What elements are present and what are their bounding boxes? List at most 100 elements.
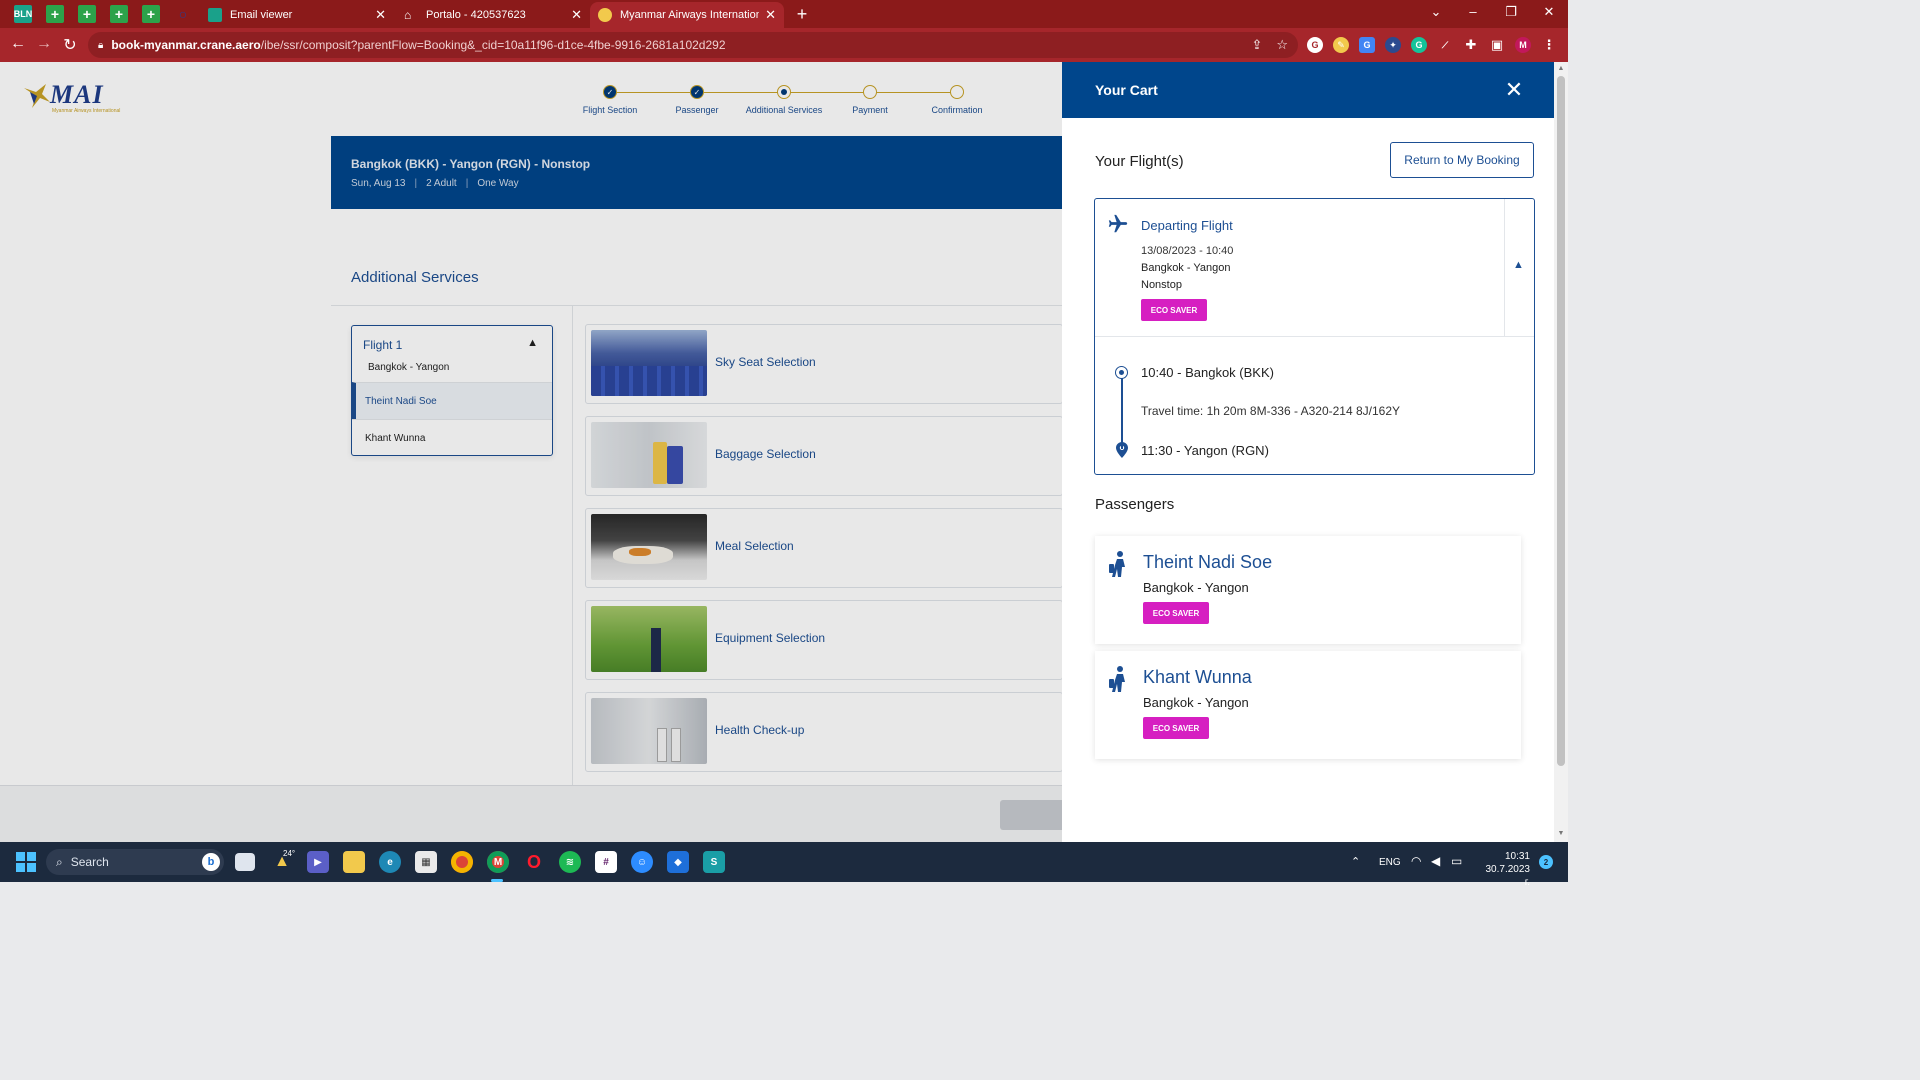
address-bar[interactable]: 🔒︎ book-myanmar.crane.aero /ibe/ssr/comp… — [88, 32, 1298, 58]
close-icon[interactable]: ✕ — [1504, 79, 1524, 101]
pinned-tab-6[interactable]: ○ — [174, 5, 192, 23]
taskbar-search[interactable]: ⌕ Search b — [46, 849, 224, 875]
flight-route: Bangkok - Yangon — [1141, 262, 1231, 274]
tab-email-viewer[interactable]: Email viewer ✕ — [200, 2, 394, 28]
wifi-icon[interactable]: ◠ — [1411, 854, 1421, 868]
tab-myanmar-airways[interactable]: Myanmar Airways International ✕ — [590, 2, 784, 28]
continue-button[interactable] — [1000, 800, 1062, 830]
step-label: Confirmation — [931, 105, 983, 115]
opera-icon[interactable]: O — [523, 851, 545, 873]
zoom-user-icon[interactable]: ☺ — [631, 851, 653, 873]
close-icon[interactable]: ✕ — [375, 7, 386, 23]
step-confirmation: Confirmation — [907, 84, 1007, 115]
maximize-button[interactable]: ❐ — [1501, 4, 1521, 20]
tab-label: Portalo - 420537623 — [426, 9, 526, 21]
side-panel-icon[interactable]: ▣ — [1489, 37, 1505, 53]
browser-menu-icon[interactable]: ⋮ — [1541, 37, 1557, 53]
extension-feather-icon[interactable]: ⟋ — [1437, 37, 1453, 53]
logo-bird-icon — [24, 84, 50, 108]
pinned-tab-3[interactable]: + — [78, 5, 96, 23]
windows-start-icon[interactable] — [16, 852, 36, 872]
tab-search-icon[interactable]: ⌄ — [1426, 4, 1446, 20]
minimize-button[interactable]: – — [1463, 4, 1483, 19]
profile-avatar[interactable]: M — [1515, 37, 1531, 53]
script-app-icon[interactable]: S — [703, 851, 725, 873]
flight-panel-title[interactable]: Flight 1 — [363, 338, 402, 352]
pinned-tab-2[interactable]: + — [46, 5, 64, 23]
step-label: Flight Section — [582, 105, 638, 115]
chrome-icon[interactable] — [451, 851, 473, 873]
notification-badge[interactable]: 2 — [1539, 855, 1553, 869]
teams-chat-icon[interactable]: ▶ — [307, 851, 329, 873]
new-tab-button[interactable]: + — [793, 4, 811, 25]
service-equipment[interactable]: Equipment Selection — [585, 600, 1063, 680]
edge-icon[interactable]: e — [379, 851, 401, 873]
return-to-my-booking-button[interactable]: Return to My Booking — [1390, 142, 1534, 178]
close-icon[interactable]: ✕ — [571, 7, 582, 23]
mai-logo[interactable]: MAI Myanmar Airways International — [22, 80, 126, 118]
extension-g-icon[interactable]: G — [1307, 37, 1323, 53]
page-scrollbar[interactable]: ▲ ▼ — [1554, 62, 1568, 842]
slack-icon[interactable]: # — [595, 851, 617, 873]
timeline-line — [1121, 377, 1123, 449]
windows-taskbar: ⌕ Search b ▲ 24° ▶ e ▦ M O ≋ # ☺ ◆ S ⌃ E… — [0, 842, 1568, 888]
chevron-up-icon[interactable]: ▲ — [527, 337, 538, 349]
extension-pencil-icon[interactable]: ✎ — [1333, 37, 1349, 53]
close-window-button[interactable]: ✕ — [1539, 4, 1559, 20]
scroll-down-icon[interactable]: ▼ — [1556, 830, 1566, 837]
url-host: book-myanmar.crane.aero — [111, 38, 261, 52]
step-additional-services: Additional Services — [734, 84, 834, 115]
share-icon[interactable]: ⇪ — [1251, 37, 1262, 53]
file-explorer-icon[interactable] — [343, 851, 365, 873]
extension-translate-icon[interactable]: G — [1359, 37, 1375, 53]
baggage-image — [591, 422, 707, 488]
service-label: Baggage Selection — [715, 447, 816, 461]
chrome-profile-icon[interactable]: M — [487, 851, 509, 873]
microsoft-store-icon[interactable]: ▦ — [415, 851, 437, 873]
route-meta: Sun, Aug 13 | 2 Adult | One Way — [351, 178, 519, 189]
tab-portalo[interactable]: ⌂ Portalo - 420537623 ✕ — [396, 2, 590, 28]
bookmark-star-icon[interactable]: ☆ — [1276, 37, 1288, 53]
extension-compass-icon[interactable]: ✦ — [1385, 37, 1401, 53]
shield-app-icon[interactable]: ◆ — [667, 851, 689, 873]
volume-icon[interactable]: ◀ — [1431, 854, 1440, 868]
back-icon[interactable]: ← — [8, 35, 28, 53]
clock-date: 30.7.2023 г. — [1485, 864, 1531, 888]
passenger-card: Theint Nadi Soe Bangkok - Yangon ECO SAV… — [1095, 536, 1521, 644]
step-payment: Payment — [820, 84, 920, 115]
spotify-icon[interactable]: ≋ — [559, 851, 581, 873]
task-view-icon[interactable] — [235, 853, 255, 871]
passenger-tab-khant-wunna[interactable]: Khant Wunna — [352, 419, 552, 456]
chevron-up-icon[interactable]: ⌃ — [1351, 855, 1360, 868]
fare-badge: ECO SAVER — [1143, 602, 1209, 624]
extensions-puzzle-icon[interactable]: ✚ — [1463, 37, 1479, 53]
bottom-action-bar — [0, 785, 1062, 842]
pinned-tab-4[interactable]: + — [110, 5, 128, 23]
language-indicator[interactable]: ENG — [1379, 857, 1401, 868]
pinned-tab-1[interactable]: BLN — [14, 5, 32, 23]
service-label: Sky Seat Selection — [715, 355, 816, 369]
service-sky-seat[interactable]: Sky Seat Selection — [585, 324, 1063, 404]
system-clock[interactable]: 10:31 30.7.2023 г. — [1478, 850, 1531, 889]
service-health-checkup[interactable]: Health Check-up — [585, 692, 1063, 772]
bing-icon[interactable]: b — [202, 853, 220, 871]
service-baggage[interactable]: Baggage Selection — [585, 416, 1063, 496]
chevron-up-icon[interactable]: ▲ — [1513, 259, 1524, 271]
service-label: Equipment Selection — [715, 631, 826, 645]
close-icon[interactable]: ✕ — [765, 7, 776, 23]
your-flights-heading: Your Flight(s) — [1095, 153, 1184, 170]
step-label: Additional Services — [745, 105, 823, 115]
service-meal[interactable]: Meal Selection — [585, 508, 1063, 588]
reload-icon[interactable]: ↻ — [60, 35, 80, 55]
scroll-up-icon[interactable]: ▲ — [1556, 65, 1566, 72]
battery-icon[interactable]: ▭ — [1451, 854, 1462, 868]
pinned-tab-5[interactable]: + — [142, 5, 160, 23]
forward-icon[interactable]: → — [34, 35, 54, 53]
passenger-tab-theint-nadi-soe[interactable]: Theint Nadi Soe — [352, 382, 552, 419]
route-title: Bangkok (BKK) - Yangon (RGN) - Nonstop — [351, 157, 591, 171]
grammarly-icon[interactable]: G — [1411, 37, 1427, 53]
step-label: Payment — [852, 105, 888, 115]
route-summary-banner: Bangkok (BKK) - Yangon (RGN) - Nonstop S… — [331, 136, 1062, 209]
check-icon: ✓ — [690, 85, 704, 99]
scrollbar-thumb[interactable] — [1557, 76, 1565, 766]
